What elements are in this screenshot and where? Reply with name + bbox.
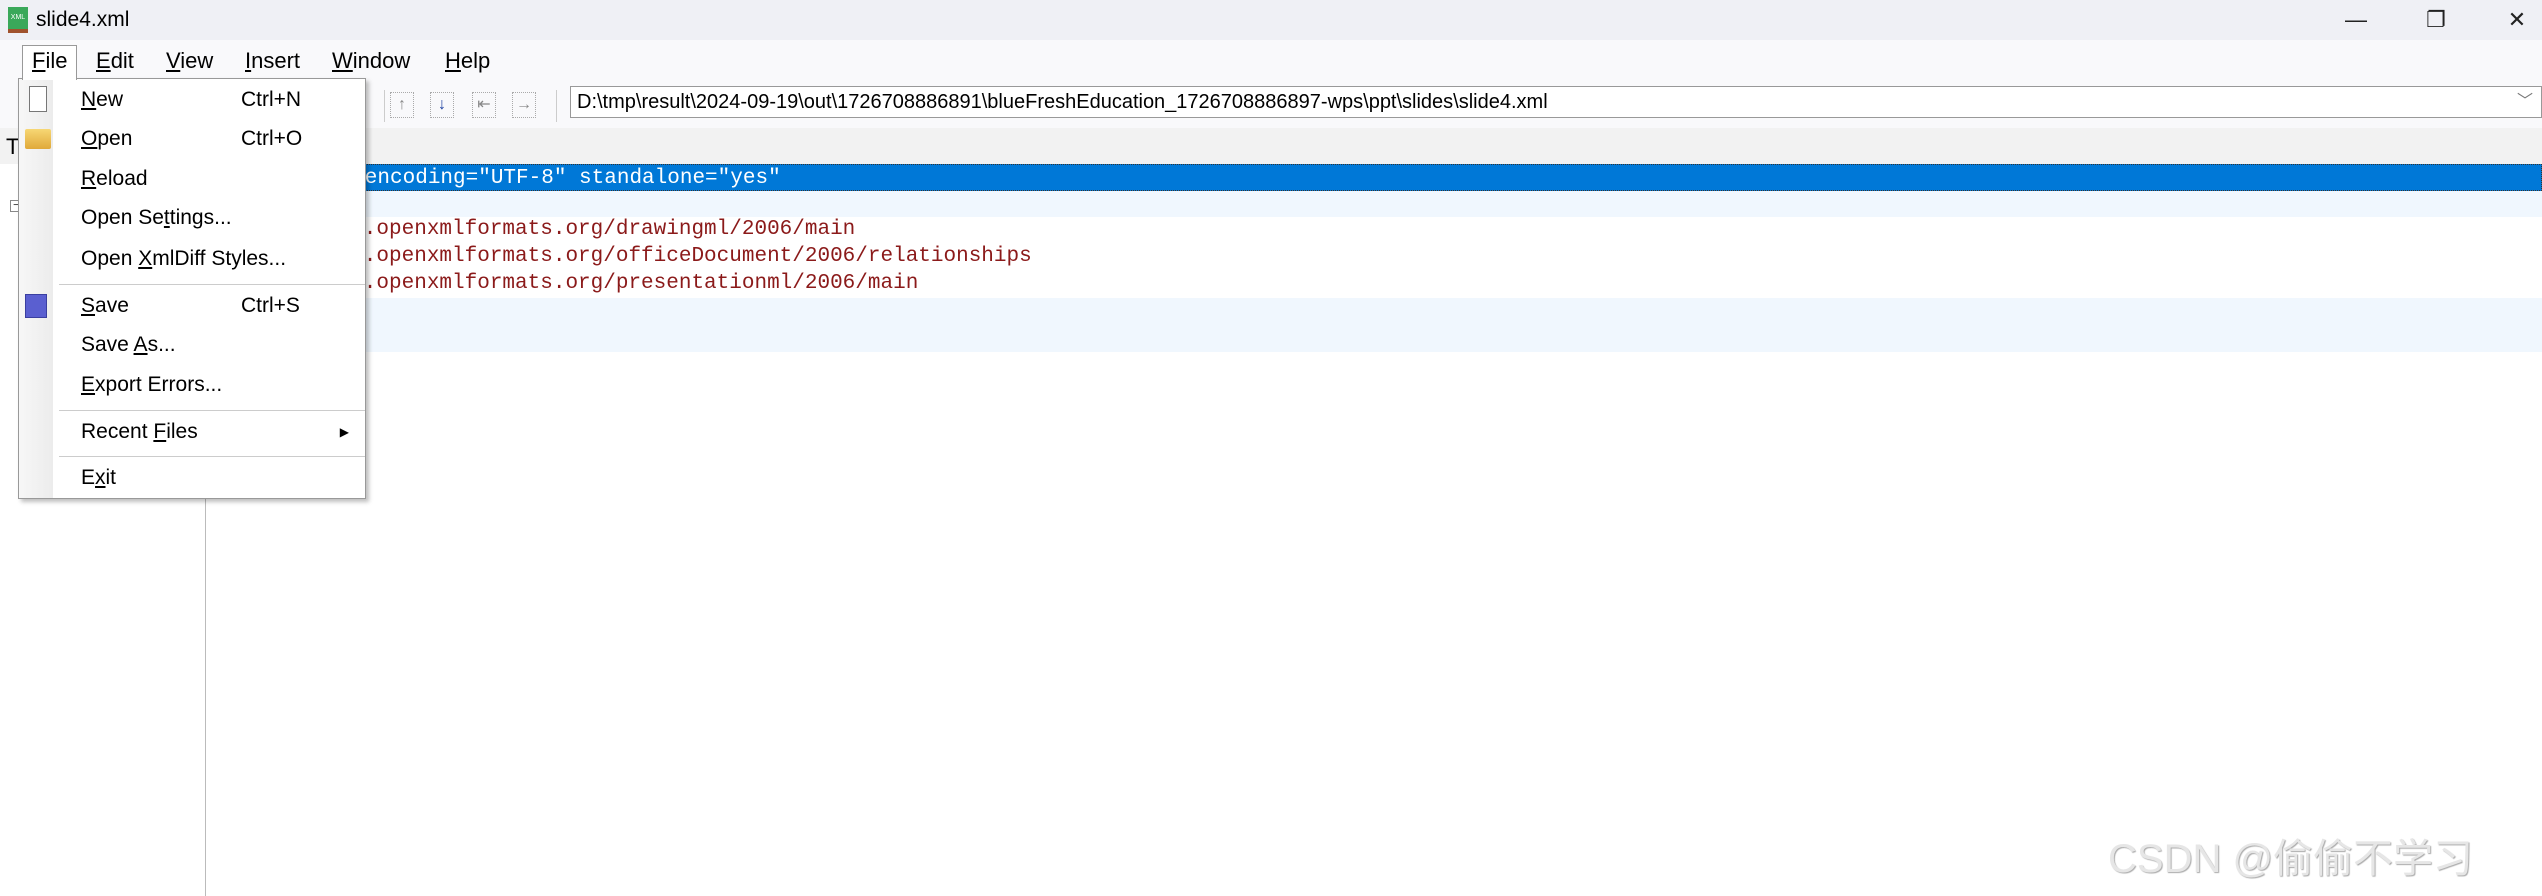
submenu-arrow-icon: ▶ [339, 425, 349, 439]
move-right-icon[interactable]: → [512, 92, 536, 118]
move-left-icon[interactable]: ⇤ [472, 92, 496, 118]
toolbar-separator [556, 90, 557, 122]
menu-item-open-xmldiff-styles[interactable]: Open XmlDiff Styles... [19, 241, 365, 277]
minimize-button[interactable]: — [2336, 4, 2376, 36]
menu-help[interactable]: Help [445, 48, 490, 74]
code-line[interactable]: mas.openxmlformats.org/officeDocument/20… [208, 243, 2542, 270]
save-disk-icon [25, 294, 47, 318]
code-line[interactable]: mas.openxmlformats.org/presentationml/20… [208, 270, 2542, 297]
menu-item-reload[interactable]: Reload [19, 161, 365, 197]
menu-item-save[interactable]: Save Ctrl+S [19, 288, 365, 324]
new-file-icon [29, 86, 47, 112]
title-bar: XML slide4.xml — ❐ ✕ [0, 0, 2542, 40]
move-up-icon[interactable]: ↑ [390, 92, 414, 118]
menu-view[interactable]: View [166, 48, 213, 74]
xml-editor[interactable]: 0" encoding="UTF-8" standalone="yes" mas… [208, 164, 2542, 896]
file-menu: New Ctrl+N Open Ctrl+O Reload Open Setting… [18, 78, 366, 499]
menu-item-recent-files[interactable]: Recent Files ▶ [19, 414, 365, 450]
code-line[interactable]: mas.openxmlformats.org/drawingml/2006/ma… [208, 216, 2542, 243]
menu-bar: File Edit View Insert Window Help [0, 40, 2542, 82]
menu-item-export-errors[interactable]: Export Errors... [19, 367, 365, 403]
watermark: CSDN @偷偷不学习 [2108, 837, 2474, 881]
menu-separator [59, 410, 365, 411]
menu-insert[interactable]: Insert [245, 48, 300, 74]
window-title: slide4.xml [36, 8, 130, 31]
menu-item-open-settings[interactable]: Open Settings... [19, 200, 365, 236]
file-path-combobox[interactable]: D:\tmp\result\2024-09-19\out\17267088868… [570, 86, 2542, 118]
menu-item-open[interactable]: Open Ctrl+O [19, 121, 365, 157]
menu-separator [59, 456, 365, 457]
menu-item-save-as[interactable]: Save As... [19, 327, 365, 363]
menu-edit[interactable]: Edit [96, 48, 134, 74]
menu-file[interactable]: File [22, 45, 78, 80]
tab-strip: T [0, 128, 2542, 164]
restore-button[interactable]: ❐ [2416, 4, 2456, 36]
chevron-down-icon[interactable]: ﹀ [2517, 87, 2533, 117]
highlight-band [208, 191, 2542, 217]
menu-window[interactable]: Window [332, 48, 410, 74]
menu-item-new[interactable]: New Ctrl+N [19, 82, 365, 118]
highlight-band [208, 298, 2542, 352]
xml-file-icon: XML [8, 7, 28, 33]
toolbar-separator [384, 90, 385, 122]
close-button[interactable]: ✕ [2497, 4, 2537, 36]
file-path-text: D:\tmp\result\2024-09-19\out\17267088868… [577, 91, 1548, 113]
toolbar: ↑ ↓ ⇤ → D:\tmp\result\2024-09-19\out\172… [0, 82, 2542, 128]
menu-item-exit[interactable]: Exit [19, 460, 365, 496]
selected-line[interactable]: 0" encoding="UTF-8" standalone="yes" [208, 164, 2542, 191]
open-folder-icon [25, 129, 51, 149]
move-down-icon[interactable]: ↓ [430, 92, 454, 118]
menu-separator [59, 284, 365, 285]
